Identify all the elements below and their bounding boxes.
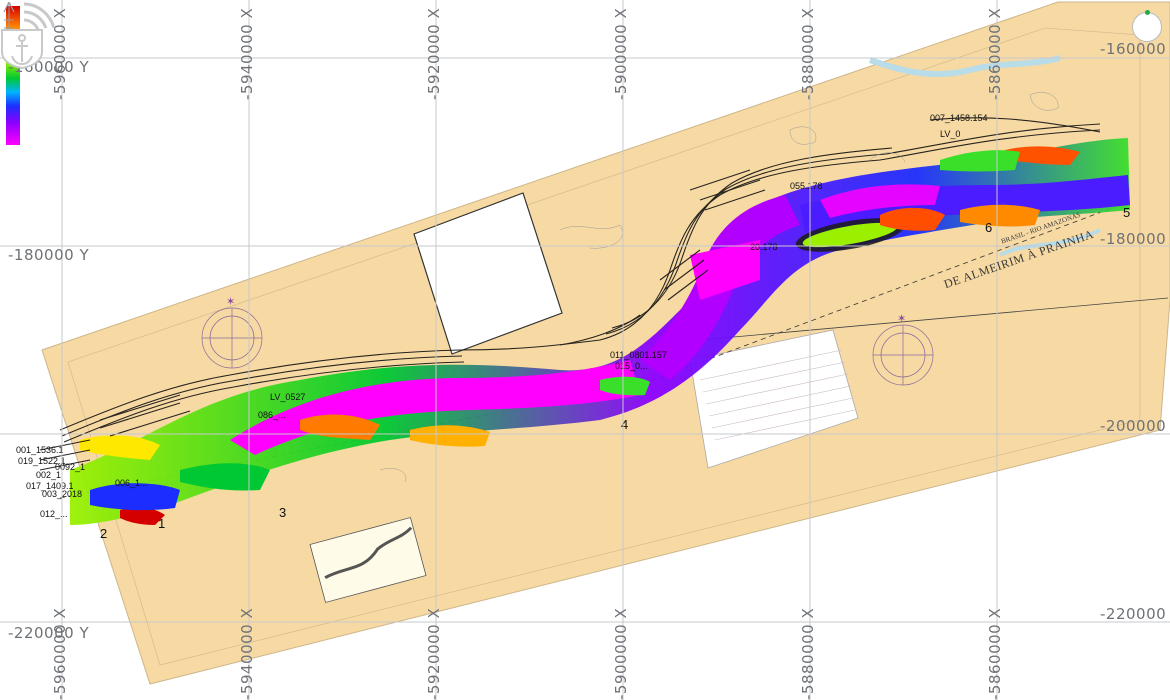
- survey-label: LV_0527: [270, 392, 305, 402]
- map-viewport[interactable]: ✶ ✶ 007_1458.154 LV_0 055.178 20.178 011…: [0, 0, 1170, 700]
- survey-label: LV_0: [940, 129, 960, 139]
- section-number: 4: [621, 417, 628, 432]
- section-number: 3: [279, 505, 286, 520]
- survey-label: 007_1458.154: [930, 113, 988, 123]
- svg-text:✶: ✶: [226, 296, 235, 308]
- nautical-chart-sheet: [41, 1, 1170, 685]
- survey-label: 011_0801.157: [610, 350, 667, 360]
- grid-x-label-bottom: -5900000 X: [612, 607, 630, 700]
- grid-x-label-bottom: -5920000 X: [425, 607, 443, 700]
- survey-label: 012_...: [40, 509, 68, 519]
- grid-x-label-bottom: -5940000 X: [238, 607, 256, 700]
- grid-y-label-left: -220000 Y: [8, 624, 90, 642]
- grid-y-label-right: -180000 Y: [1100, 230, 1170, 248]
- survey-label: 006_1...: [115, 478, 148, 488]
- section-number: 1: [158, 516, 165, 531]
- grid-x-label-bottom: -5860000 X: [986, 607, 1004, 700]
- grid-y-label-right: -200000 Y: [1100, 417, 1170, 435]
- grid-x-label-bottom: -5880000 X: [799, 607, 817, 700]
- compass-rose-icon: [201, 307, 263, 369]
- section-number: 2: [100, 526, 107, 541]
- survey-label: 015_0...: [615, 361, 648, 371]
- svg-text:✶: ✶: [897, 313, 906, 325]
- grid-y-label-right: -160000 Y: [1100, 40, 1170, 58]
- section-number: 5: [1123, 205, 1130, 220]
- survey-label: 0092_1: [55, 462, 85, 472]
- section-number: 6: [985, 220, 992, 235]
- grid-x-label: -5900000 X: [612, 7, 630, 100]
- map-canvas[interactable]: ✶ ✶ 007_1458.154 LV_0 055.178 20.178 011…: [0, 0, 1170, 700]
- grid-x-label: -5940000 X: [238, 7, 256, 100]
- grid-x-label: -5920000 X: [425, 7, 443, 100]
- grid-y-label-right: -220000 Y: [1100, 605, 1170, 623]
- survey-label: 001_1536.1: [16, 445, 64, 455]
- compass-ring-icon[interactable]: [1132, 10, 1162, 42]
- survey-label: 055.178: [790, 181, 823, 191]
- grid-x-label: -5860000 X: [986, 7, 1004, 100]
- survey-label: 086_...: [258, 410, 286, 420]
- survey-label: 20.178: [750, 242, 778, 252]
- grid-y-label-left: -180000 Y: [8, 246, 90, 264]
- compass-rose-icon-east: [872, 324, 934, 386]
- compass-north-dot: [1145, 10, 1150, 15]
- anchor-signal-icon[interactable]: [0, 0, 62, 70]
- grid-x-label: -5880000 X: [799, 7, 817, 100]
- grid-x-label-bottom: -5960000 X: [51, 607, 69, 700]
